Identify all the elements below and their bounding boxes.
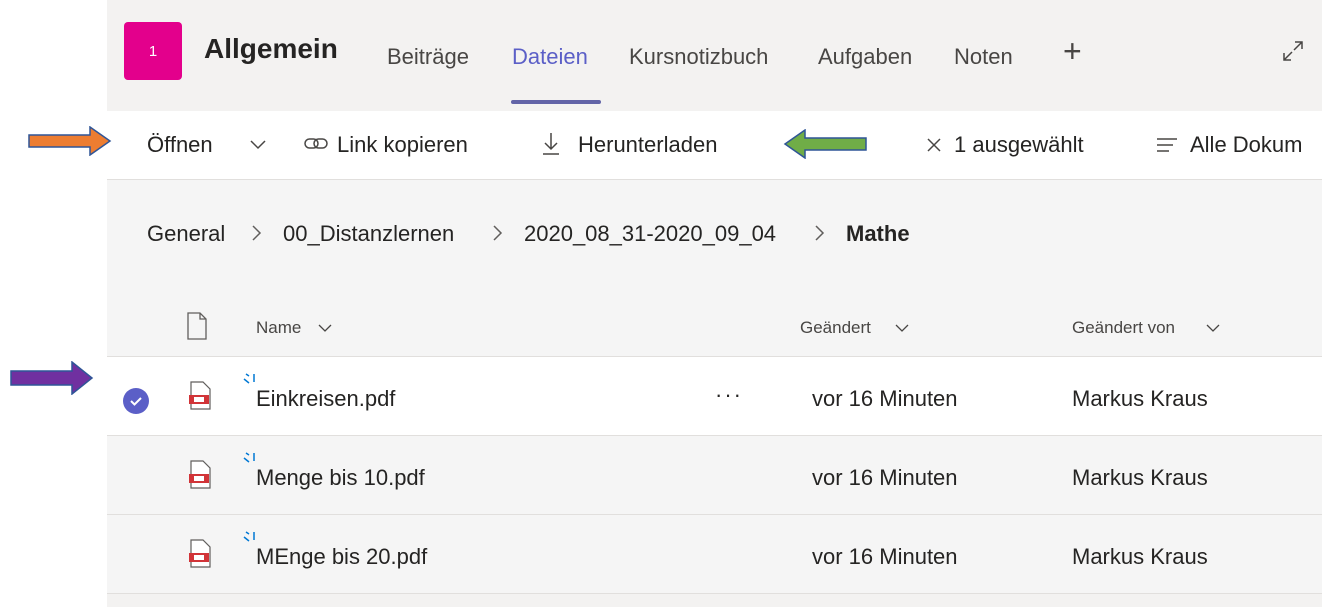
chevron-right-icon [815, 225, 825, 241]
pdf-file-icon [189, 381, 211, 410]
chevron-right-icon [252, 225, 262, 241]
tab-aufgaben[interactable]: Aufgaben [818, 44, 912, 70]
link-icon[interactable] [303, 133, 329, 155]
channel-title: Allgemein [204, 33, 338, 64]
download-label: Herunterladen [578, 132, 718, 157]
more-options-icon[interactable]: ··· [715, 382, 743, 408]
chevron-down-icon[interactable] [318, 323, 332, 333]
chevron-down-icon[interactable] [249, 139, 267, 151]
view-label: Alle Dokum [1190, 132, 1303, 157]
copy-link-button[interactable]: Link kopieren [337, 132, 468, 158]
chevron-right-icon [493, 225, 503, 241]
view-selector[interactable]: Alle Dokum [1190, 132, 1302, 158]
checkmark-icon [130, 397, 142, 406]
row-checkbox[interactable] [123, 388, 149, 414]
new-file-icon [243, 373, 255, 384]
file-modified-by: Markus Kraus [1072, 465, 1208, 490]
breadcrumb-item-distanzlernen[interactable]: 00_Distanzlernen [283, 221, 454, 247]
file-modified: vor 16 Minuten [812, 386, 958, 411]
team-avatar[interactable]: 1 [124, 22, 182, 80]
active-tab-indicator [511, 100, 601, 104]
open-label: Öffnen [147, 132, 213, 157]
breadcrumb-item-week[interactable]: 2020_08_31-2020_09_04 [524, 221, 776, 247]
column-header-modified[interactable]: Geändert [800, 318, 871, 338]
breadcrumb-current: Mathe [846, 221, 910, 246]
download-button[interactable]: Herunterladen [578, 132, 717, 158]
column-header-name[interactable]: Name [256, 318, 301, 338]
selected-count[interactable]: 1 ausgewählt [954, 132, 1084, 158]
column-modified-label: Geändert [800, 318, 871, 337]
orange-arrow-annotation [28, 126, 112, 156]
plus-icon[interactable]: + [1063, 33, 1082, 70]
file-modified: vor 16 Minuten [812, 465, 958, 490]
new-file-icon [243, 452, 255, 463]
file-name[interactable]: MEnge bis 20.pdf [256, 544, 427, 570]
file-modified-by: Markus Kraus [1072, 544, 1208, 569]
pdf-file-icon [189, 460, 211, 489]
chevron-down-icon[interactable] [895, 323, 909, 333]
column-name-label: Name [256, 318, 302, 337]
tab-dateien[interactable]: Dateien [512, 44, 588, 70]
selected-count-label: 1 ausgewählt [954, 132, 1084, 157]
team-number: 1 [148, 42, 158, 60]
open-button[interactable]: Öffnen [147, 132, 213, 158]
file-modified: vor 16 Minuten [812, 544, 958, 569]
file-name[interactable]: Einkreisen.pdf [256, 386, 395, 412]
tab-beitraege[interactable]: Beiträge [387, 44, 469, 70]
purple-arrow-annotation [10, 361, 94, 395]
tab-noten[interactable]: Noten [954, 44, 1013, 70]
close-icon[interactable] [926, 137, 942, 153]
file-type-icon[interactable] [186, 312, 208, 340]
expand-icon[interactable] [1280, 38, 1306, 64]
tab-kursnotizbuch[interactable]: Kursnotizbuch [629, 44, 768, 70]
green-arrow-annotation [783, 129, 867, 159]
file-modified-by: Markus Kraus [1072, 386, 1208, 411]
column-modified-by-label: Geändert von [1072, 318, 1176, 337]
view-options-icon[interactable] [1156, 137, 1178, 153]
copy-link-label: Link kopieren [337, 132, 468, 157]
column-header-modified-by[interactable]: Geändert von [1072, 318, 1175, 338]
new-file-icon [243, 531, 255, 542]
chevron-down-icon[interactable] [1206, 323, 1220, 333]
download-icon[interactable] [541, 131, 561, 157]
breadcrumb-item-general[interactable]: General [147, 221, 225, 247]
pdf-file-icon [189, 539, 211, 568]
file-list-header [107, 270, 1322, 357]
file-name[interactable]: Menge bis 10.pdf [256, 465, 425, 491]
